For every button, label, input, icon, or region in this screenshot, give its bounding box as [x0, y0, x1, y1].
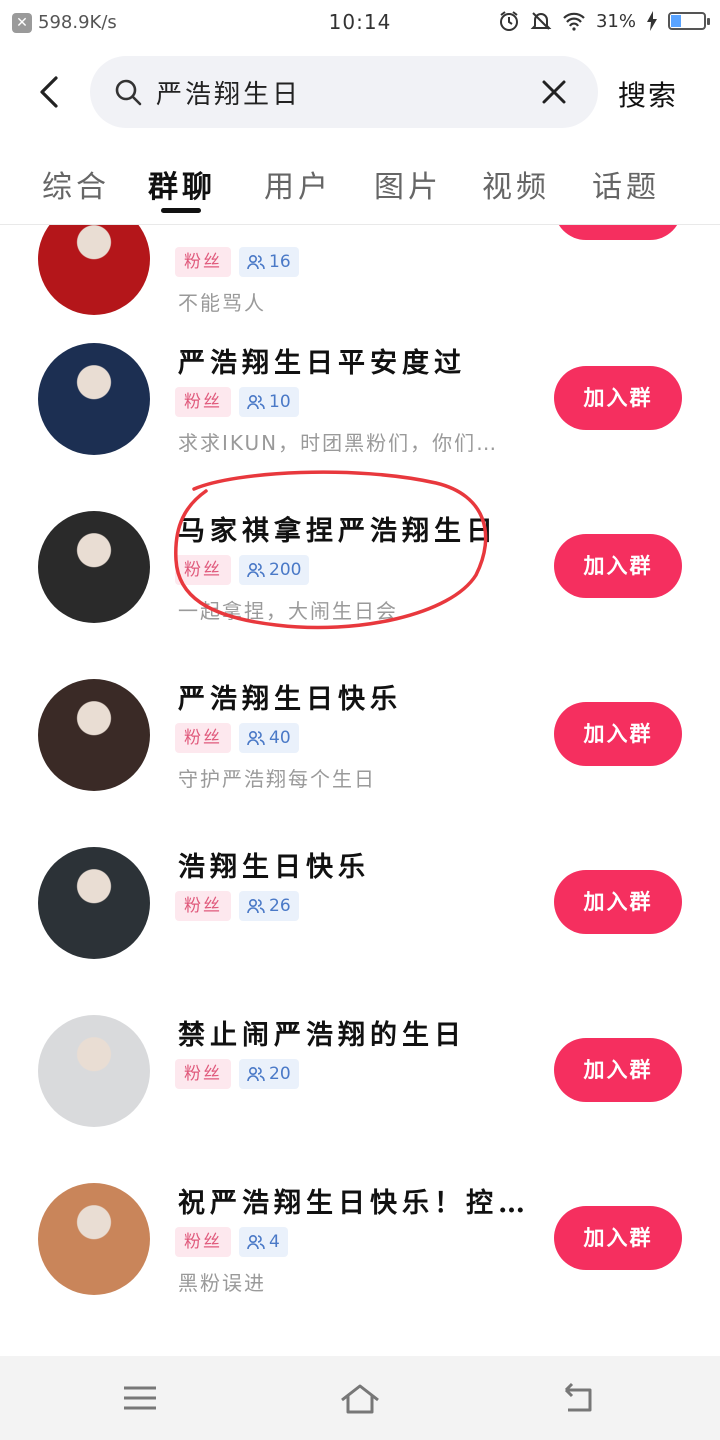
- mute-icon: [530, 12, 552, 30]
- people-icon: [247, 254, 265, 270]
- group-description: 黑粉误进: [178, 1271, 266, 1295]
- group-row[interactable]: 严浩翔生日快乐 粉丝 40 守护严浩翔每个生日 加入群: [0, 679, 720, 847]
- group-avatar[interactable]: [38, 511, 150, 623]
- tab-group-chat[interactable]: 群聊: [148, 162, 216, 206]
- search-input[interactable]: 严浩翔生日: [156, 74, 301, 111]
- group-description: 求求IKUN，时团黑粉们，你们…: [178, 431, 499, 455]
- group-title[interactable]: 严浩翔生日平安度过: [178, 341, 466, 380]
- group-description: 守护严浩翔每个生日: [178, 767, 376, 791]
- people-icon: [247, 1234, 265, 1250]
- group-description: 不能骂人: [178, 291, 266, 315]
- fan-tag: 粉丝: [175, 891, 231, 921]
- group-tags: 粉丝 26: [175, 891, 299, 921]
- member-count-badge: 40: [239, 723, 299, 753]
- menu-icon[interactable]: [118, 1378, 162, 1418]
- group-list[interactable]: 粉丝 16 不能骂人 加入群 严浩翔生日平安度过 粉丝 10 求求IKUN，时团…: [0, 225, 720, 1355]
- fan-tag: 粉丝: [175, 387, 231, 417]
- member-count: 4: [269, 1232, 280, 1252]
- join-group-button[interactable]: 加入群: [554, 366, 682, 430]
- people-icon: [247, 730, 265, 746]
- active-tab-indicator: [161, 208, 201, 213]
- tab-videos[interactable]: 视频: [482, 162, 550, 206]
- group-tags: 粉丝 20: [175, 1059, 299, 1089]
- group-tags: 粉丝 4: [175, 1227, 288, 1257]
- fan-tag: 粉丝: [175, 723, 231, 753]
- tab-topics[interactable]: 话题: [592, 162, 660, 206]
- member-count: 16: [269, 252, 291, 272]
- member-count: 26: [269, 896, 291, 916]
- system-nav-bar: [0, 1356, 720, 1440]
- battery-fill: [671, 15, 681, 27]
- fan-tag: 粉丝: [175, 1227, 231, 1257]
- member-count-badge: 20: [239, 1059, 299, 1089]
- tab-users[interactable]: 用户: [264, 162, 332, 206]
- charging-icon: [647, 11, 657, 31]
- search-icon: [115, 79, 142, 106]
- fan-tag: 粉丝: [175, 247, 231, 277]
- tab-images[interactable]: 图片: [374, 162, 442, 206]
- people-icon: [247, 394, 265, 410]
- group-avatar[interactable]: [38, 1015, 150, 1127]
- people-icon: [247, 898, 265, 914]
- group-tags: 粉丝 40: [175, 723, 299, 753]
- tab-general[interactable]: 综合: [42, 162, 110, 206]
- member-count: 20: [269, 1064, 291, 1084]
- search-box[interactable]: 严浩翔生日: [90, 56, 598, 128]
- group-avatar[interactable]: [38, 1183, 150, 1295]
- group-tags: 粉丝 10: [175, 387, 299, 417]
- group-avatar[interactable]: [38, 679, 150, 791]
- status-bar: ✕ 598.9K/s 10:14 31%: [0, 0, 720, 46]
- group-title[interactable]: 浩翔生日快乐: [178, 845, 370, 884]
- group-row[interactable]: 禁止闹严浩翔的生日 粉丝 20 加入群: [0, 1015, 720, 1183]
- member-count: 40: [269, 728, 291, 748]
- group-tags: 粉丝 16: [175, 247, 299, 277]
- member-count-badge: 16: [239, 247, 299, 277]
- tab-bar: 综合 群聊 用户 图片 视频 话题: [0, 140, 720, 225]
- battery-percent: 31%: [595, 10, 636, 32]
- member-count: 10: [269, 392, 291, 412]
- fan-tag: 粉丝: [175, 1059, 231, 1089]
- group-title[interactable]: 禁止闹严浩翔的生日: [178, 1013, 466, 1052]
- join-group-button[interactable]: 加入群: [554, 1038, 682, 1102]
- group-title[interactable]: 祝严浩翔生日快乐！控…: [178, 1181, 530, 1220]
- annotation-circle: [174, 470, 488, 630]
- join-group-button[interactable]: 加入群: [554, 1206, 682, 1270]
- member-count-badge: 4: [239, 1227, 288, 1257]
- group-title[interactable]: 严浩翔生日快乐: [178, 677, 402, 716]
- group-avatar[interactable]: [38, 225, 150, 315]
- people-icon: [247, 1066, 265, 1082]
- home-icon[interactable]: [338, 1378, 382, 1418]
- join-group-button[interactable]: 加入群: [554, 870, 682, 934]
- search-button[interactable]: 搜索: [618, 74, 678, 114]
- back-arrow-icon[interactable]: [36, 74, 64, 110]
- search-header: 严浩翔生日 搜索: [0, 46, 720, 140]
- clear-icon[interactable]: [540, 78, 568, 106]
- back-icon[interactable]: [556, 1378, 600, 1418]
- member-count-badge: 10: [239, 387, 299, 417]
- alarm-icon: [499, 11, 518, 31]
- join-group-button[interactable]: 加入群: [554, 702, 682, 766]
- group-avatar[interactable]: [38, 847, 150, 959]
- group-avatar[interactable]: [38, 343, 150, 455]
- member-count-badge: 26: [239, 891, 299, 921]
- status-right: 31%: [498, 10, 710, 32]
- join-group-button[interactable]: 加入群: [554, 534, 682, 598]
- join-group-button[interactable]: 加入群: [554, 225, 682, 240]
- group-row[interactable]: 祝严浩翔生日快乐！控… 粉丝 4 黑粉误进 加入群: [0, 1183, 720, 1351]
- wifi-icon: [563, 12, 585, 31]
- group-row[interactable]: 浩翔生日快乐 粉丝 26 加入群: [0, 847, 720, 1015]
- battery-icon: [668, 12, 710, 30]
